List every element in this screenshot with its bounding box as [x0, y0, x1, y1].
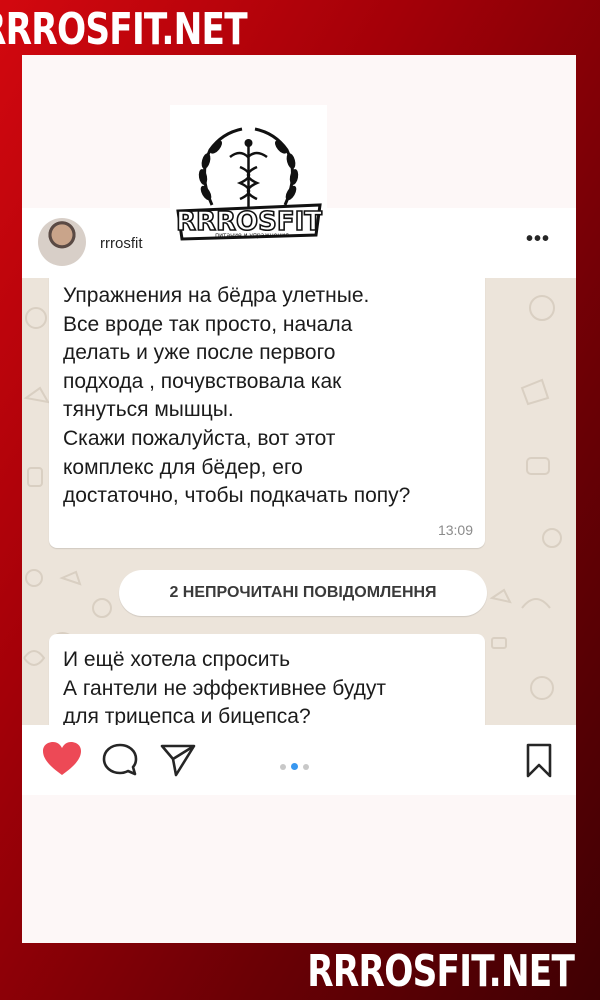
logo-tagline: питание и упражнения [215, 232, 289, 239]
message-bubble-2: И ещё хотела спросить А гантели не эффек… [49, 634, 485, 725]
username[interactable]: rrrosfit [100, 235, 143, 252]
message-bubble-1: Упражнения на бёдра улетные. Все вроде т… [49, 278, 485, 548]
unread-messages-divider: 2 НЕПРОЧИТАНІ ПОВІДОМЛЕННЯ [119, 570, 487, 616]
chat-screenshot: Упражнения на бёдра улетные. Все вроде т… [22, 278, 576, 725]
post-actions-bar [22, 725, 576, 795]
avatar[interactable] [38, 218, 86, 266]
bookmark-icon[interactable] [524, 743, 554, 779]
brand-logo: RRROSFIT питание и упражнения [170, 105, 327, 245]
carousel-dot-active [291, 763, 298, 770]
carousel-indicator [280, 757, 314, 775]
message-1-time: 13:09 [437, 522, 473, 538]
site-brand-top: RRROSFIT.NET [0, 4, 248, 55]
comment-icon[interactable] [102, 743, 138, 777]
carousel-dot [280, 764, 286, 770]
carousel-dot [303, 764, 309, 770]
post-card: rrrosfit ••• RRROSFIT питание и упражнен… [22, 55, 576, 943]
message-1-text: Упражнения на бёдра улетные. Все вроде т… [63, 284, 411, 508]
more-horizontal-icon[interactable]: ••• [526, 228, 550, 251]
heart-icon[interactable] [42, 741, 82, 777]
message-2-text: И ещё хотела спросить А гантели не эффек… [63, 648, 387, 725]
site-brand-bottom: RRROSFIT.NET [307, 946, 575, 997]
send-icon[interactable] [160, 743, 196, 777]
